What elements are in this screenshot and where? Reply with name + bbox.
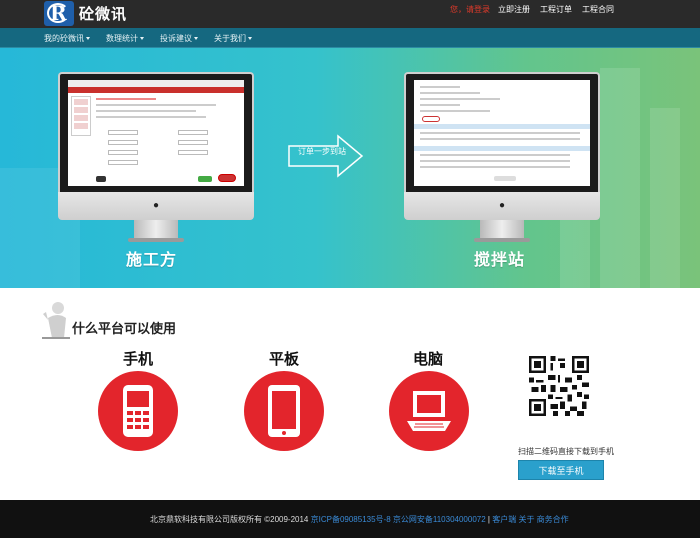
footer-links[interactable]: 客户端 关于 商务合作 <box>492 515 568 524</box>
monitor-right: ● <box>404 72 600 242</box>
tablet-icon <box>268 385 300 437</box>
download-to-phone-button[interactable]: 下载至手机 <box>518 460 604 480</box>
footer-separator: | <box>487 515 490 524</box>
icp-link[interactable]: 京ICP备09085135号-8 京公网安备110304000072 <box>311 515 486 524</box>
mixing-station-label: 搅拌站 <box>474 250 526 269</box>
project-contracts-link[interactable]: 工程合同 <box>582 4 614 15</box>
background-silo <box>650 108 680 288</box>
hero-banner: ● 施工方 订单一步到站 ● 搅拌站 <box>0 48 700 288</box>
logo-mark-icon: R <box>44 1 74 26</box>
platforms-title: 什么平台可以使用 <box>72 322 177 337</box>
caret-down-icon <box>194 36 198 40</box>
site-logo[interactable]: R 砼微讯 <box>44 1 127 26</box>
register-link[interactable]: 立即注册 <box>498 4 530 15</box>
project-orders-link[interactable]: 工程订单 <box>540 4 572 15</box>
device-label-phone: 手机 <box>123 350 154 368</box>
apple-logo-icon: ● <box>498 200 506 211</box>
nav-item-label: 我的砼微讯 <box>44 33 84 43</box>
apple-logo-icon: ● <box>152 200 160 211</box>
caret-down-icon <box>86 36 90 40</box>
caret-down-icon <box>140 36 144 40</box>
construction-party-label: 施工方 <box>126 250 178 269</box>
caret-down-icon <box>248 36 252 40</box>
qr-code-icon <box>529 356 589 416</box>
monitor-left: ● <box>58 72 254 242</box>
top-links: 您，请登录 立即注册 工程订单 工程合同 <box>450 0 624 18</box>
nav-item-statistics[interactable]: 数理统计 <box>106 33 144 44</box>
arrow-caption: 订单一步到站 <box>298 147 346 156</box>
copyright-text: 北京鼎软科技有限公司版权所有 ©2009-2014 <box>150 515 309 524</box>
mixing-station-screen <box>414 80 590 186</box>
top-bar: R 砼微讯 您，请登录 立即注册 工程订单 工程合同 <box>0 0 700 28</box>
logo-text: 砼微讯 <box>79 5 128 23</box>
login-greeting-link[interactable]: 您，请登录 <box>450 4 490 15</box>
construction-screen <box>68 80 244 186</box>
device-label-computer: 电脑 <box>413 350 444 368</box>
main-nav: 我的砼微讯 数理统计 投诉建议 关于我们 <box>0 28 700 48</box>
laptop-circle[interactable] <box>389 371 469 451</box>
footer-text: 北京鼎软科技有限公司版权所有 ©2009-2014 京ICP备09085135号… <box>150 514 569 525</box>
background-silo <box>600 68 640 288</box>
phone-circle[interactable] <box>98 371 178 451</box>
nav-item-label: 关于我们 <box>214 33 246 43</box>
qr-caption: 扫描二维码直接下载到手机 <box>518 447 614 456</box>
laptop-icon <box>407 391 451 431</box>
nav-item-label: 投诉建议 <box>160 33 192 43</box>
nav-item-feedback[interactable]: 投诉建议 <box>160 33 198 44</box>
person-thinking-icon <box>42 302 70 339</box>
device-label-tablet: 平板 <box>269 350 300 368</box>
nav-item-label: 数理统计 <box>106 33 138 43</box>
nav-item-my-account[interactable]: 我的砼微讯 <box>44 33 90 44</box>
phone-icon <box>123 385 153 437</box>
footer: 北京鼎软科技有限公司版权所有 ©2009-2014 京ICP备09085135号… <box>0 500 700 538</box>
tablet-circle[interactable] <box>244 371 324 451</box>
nav-item-about[interactable]: 关于我们 <box>214 33 252 44</box>
